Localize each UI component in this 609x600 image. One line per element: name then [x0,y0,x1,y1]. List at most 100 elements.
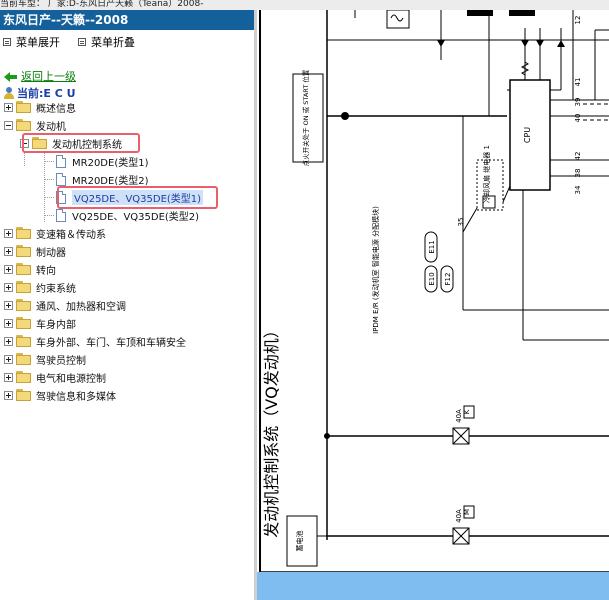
tree-item-driver-controls[interactable]: 驾驶员控制 [4,351,86,367]
tree-item-mr20de-1[interactable]: MR20DE(类型1) [56,153,148,169]
battery-label: 蓄电池 [295,531,304,552]
tree-item-exterior[interactable]: 车身外部、车门、车顶和车辆安全 [4,333,186,349]
tree-connector [44,161,54,162]
fuse-2-code: M [463,509,471,515]
tree-item-label: MR20DE(类型2) [72,175,149,187]
tree-item-overview[interactable]: 概述信息 [4,99,76,115]
tree-item-restraint[interactable]: 约束系统 [4,279,76,295]
tree-item-label: 通风、加热器和空调 [36,301,126,313]
collapse-minus-icon[interactable] [4,120,13,130]
back-link[interactable]: 返回上一级 [4,68,76,84]
folder-icon [16,263,32,275]
expand-menu-button[interactable]: 菜单展开 [3,34,60,50]
connector-e11: E11 [428,240,436,253]
highlight-box-engine-control [22,133,140,153]
tree-item-infotainment[interactable]: 驾驶信息和多媒体 [4,387,116,403]
folder-icon [16,227,32,239]
pin-38: 38 [574,169,582,178]
tree-connector [44,152,45,222]
pin-42: 42 [574,152,582,161]
fuse-2-amp: 40A [455,509,463,523]
expand-plus-icon[interactable] [4,246,13,256]
back-arrow-icon [4,71,17,82]
tree-connector [44,179,54,180]
expand-plus-icon[interactable] [4,228,13,238]
expand-plus-icon[interactable] [4,102,13,112]
tree-item-label: MR20DE(类型1) [72,157,149,169]
tree-item-steering[interactable]: 转向 [4,261,56,277]
tree-item-transmission[interactable]: 变速箱＆传动系 [4,225,106,241]
collapse-menu-button[interactable]: 菜单折叠 [78,34,135,50]
connector-e10: E10 [428,272,436,285]
tree-item-label: 转向 [36,265,56,277]
folder-icon [16,281,32,293]
tree-item-label: VQ25DE、VQ35DE(类型2) [72,211,200,223]
cpu-label: CPU [523,127,532,143]
fuse-1-code: K [463,409,471,414]
expand-menu-label: 菜单展开 [16,36,60,49]
tree-item-vq-2[interactable]: VQ25DE、VQ35DE(类型2) [56,207,199,223]
ipdm-label: IPDM E/R (发动机室 智能电源 分配模块) [371,206,380,334]
tree-item-interior[interactable]: 车身内部 [4,315,76,331]
pin-40: 40 [574,114,582,123]
pin-39: 39 [574,98,582,107]
tree-item-label: 车身内部 [36,319,76,331]
folder-icon [16,353,32,365]
left-panel: 东风日产--天籁--2008 菜单展开 菜单折叠 返回上一级 当前:E C U … [0,10,254,600]
open-folder-icon [16,119,32,131]
fuse-1-amp: 40A [455,409,463,423]
document-icon [56,208,66,222]
ecu-user-icon [4,87,14,99]
tree-item-brakes[interactable]: 制动器 [4,243,66,259]
menu-bar: 菜单展开 菜单折叠 [0,32,254,50]
current-vehicle-text: 当前车型： 厂家:D-东风日产天籁（Teana）2008- [0,0,204,9]
tree-item-electrical[interactable]: 电气和电源控制 [4,369,106,385]
tree-item-label: 车身外部、车门、车顶和车辆安全 [36,337,186,349]
tree-connector [44,197,54,198]
tree-connector [24,152,25,166]
wiring-diagram: CPU 12 41 39 40 42 38 34 冷却风扇 继电器 1 35 点… [259,10,609,600]
expand-plus-icon[interactable] [4,372,13,382]
expand-plus-icon[interactable] [4,354,13,364]
expand-plus-icon[interactable] [4,282,13,292]
pin-12: 12 [574,16,582,25]
connector-f12: F12 [444,273,452,286]
document-icon [56,172,66,186]
back-link-label: 返回上一级 [21,70,76,83]
folder-icon [16,101,32,113]
pin-34: 34 [574,185,582,194]
relay-label: 冷却风扇 继电器 1 [482,145,491,203]
expand-plus-icon[interactable] [4,390,13,400]
tree-item-label: 电气和电源控制 [36,373,106,385]
diagram-title: 发动机控制系统（VQ发动机） [262,322,281,538]
tree-item-label: 概述信息 [36,103,76,115]
collapse-icon [78,38,86,46]
folder-icon [16,371,32,383]
document-icon [56,154,66,168]
pin-35: 35 [457,218,465,227]
tree-connector [44,215,54,216]
tree-item-hvac[interactable]: 通风、加热器和空调 [4,297,126,313]
tree-item-mr20de-2[interactable]: MR20DE(类型2) [56,171,148,187]
folder-icon [16,299,32,311]
folder-icon [16,245,32,257]
window-title: 东风日产--天籁--2008 [0,10,254,30]
top-status-bar: 当前车型： 厂家:D-东风日产天籁（Teana）2008- [0,0,609,10]
tree-item-label: 发动机 [36,121,66,133]
expand-plus-icon[interactable] [4,300,13,310]
expand-plus-icon[interactable] [4,336,13,346]
tree-item-label: 驾驶员控制 [36,355,86,367]
tree-item-engine[interactable]: 发动机 [4,117,66,133]
ignition-label: 点火开关处于 ON 或 START 位置 [301,69,310,166]
expand-plus-icon[interactable] [4,318,13,328]
folder-icon [16,317,32,329]
folder-icon [16,335,32,347]
tree-item-label: 驾驶信息和多媒体 [36,391,116,403]
highlight-box-vq-1 [57,186,218,209]
folder-icon [16,389,32,401]
tree-item-label: 变速箱＆传动系 [36,229,106,241]
footer-strip [257,572,609,600]
expand-plus-icon[interactable] [4,264,13,274]
wiring-diagram-panel: CPU 12 41 39 40 42 38 34 冷却风扇 继电器 1 35 点… [257,10,609,600]
tree-item-label: 制动器 [36,247,66,259]
